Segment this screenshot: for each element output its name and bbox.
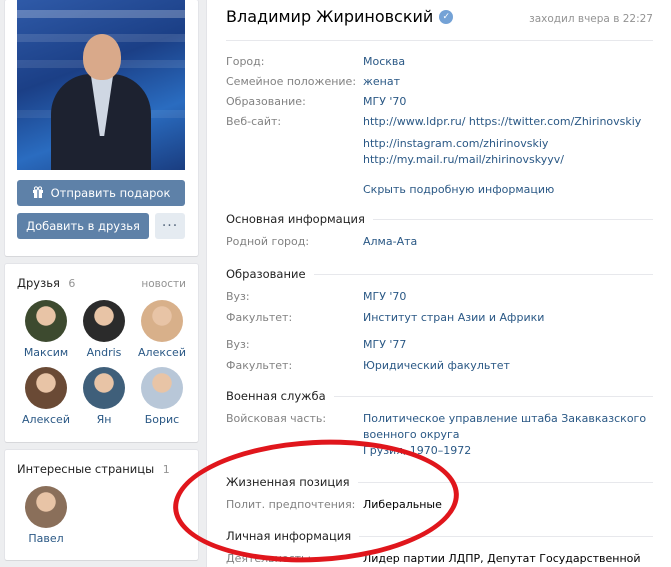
activity-label: Деятельность: <box>226 552 312 565</box>
section-military-title: Военная служба <box>226 389 326 403</box>
university-value-2[interactable]: МГУ '77 <box>363 338 406 352</box>
info-label: Образование: <box>226 95 306 108</box>
friend-name[interactable]: Ян <box>97 413 112 426</box>
military-unit-value-line3[interactable]: Грузия, 1970–1972 <box>363 444 646 458</box>
profile-name: Владимир Жириновский <box>226 7 434 26</box>
section-military: Военная служба <box>226 389 653 403</box>
friend-avatar[interactable] <box>25 300 67 342</box>
verified-icon: ✓ <box>439 9 454 24</box>
profile-details: Город: Москва Семейное положение: женат Обра… <box>226 41 653 567</box>
faculty-value-2[interactable]: Юридический факультет <box>363 359 510 373</box>
profile-info-panel: Владимир Жириновский ✓ заходил вчера в 2… <box>207 0 671 567</box>
section-main-info: Основная информация <box>226 212 653 226</box>
university-label-1: Вуз: <box>226 290 250 303</box>
friend-avatar[interactable] <box>141 300 183 342</box>
friends-grid: Максим Andris Алексей Алексей Ян Борис <box>17 300 186 426</box>
send-gift-label: Отправить подарок <box>50 186 171 200</box>
faculty-row-1: Факультет: Институт стран Азии и Африки <box>226 311 653 325</box>
info-label: Семейное положение: <box>226 75 357 88</box>
activity-row: Деятельность: Лидер партии ЛДПР, Депутат… <box>226 552 653 567</box>
profile-photo-card: Отправить подарок Добавить в друзья ··· <box>5 0 198 256</box>
hometown-label: Родной город: <box>226 235 310 248</box>
faculty-row-2: Факультет: Юридический факультет <box>226 359 653 373</box>
military-unit-value-line2[interactable]: военного округа <box>363 428 646 442</box>
pages-list: Павел <box>17 486 186 545</box>
university-row-2: Вуз: МГУ '77 <box>226 338 653 352</box>
faculty-label-2: Факультет: <box>226 359 293 372</box>
info-row: Образование: МГУ '70 <box>226 95 653 109</box>
friend-avatar[interactable] <box>141 367 183 409</box>
website-link-3[interactable]: http://my.mail.ru/mail/zhirinovskyyv/ <box>363 153 564 167</box>
last-seen: заходил вчера в 22:27 <box>529 13 653 25</box>
friend-item[interactable]: Алексей <box>17 367 75 426</box>
info-label: Веб-сайт: <box>226 115 282 128</box>
pages-title[interactable]: Интересные страницы <box>17 462 154 476</box>
website-more: http://instagram.com/zhirinovskiy http:/… <box>226 137 653 167</box>
faculty-value-1[interactable]: Институт стран Азии и Африки <box>363 311 544 325</box>
hometown-value[interactable]: Алма-Ата <box>363 235 417 249</box>
friend-item[interactable]: Борис <box>133 367 191 426</box>
info-row: Семейное положение: женат <box>226 75 653 89</box>
page-item[interactable]: Павел <box>17 486 75 545</box>
friends-block: Друзья 6 новости Максим Andris Алексей Алек… <box>5 264 198 442</box>
page-name[interactable]: Павел <box>28 532 63 545</box>
interesting-pages-block: Интересные страницы 1 Павел <box>5 450 198 560</box>
info-row: Город: Москва <box>226 55 653 69</box>
section-main-info-title: Основная информация <box>226 212 365 226</box>
friend-name[interactable]: Andris <box>87 346 122 359</box>
friend-name[interactable]: Алексей <box>138 346 186 359</box>
military-unit-value-line1[interactable]: Политическое управление штаба Закавказск… <box>363 412 646 426</box>
info-value[interactable]: Москва <box>363 55 405 69</box>
friend-name[interactable]: Алексей <box>22 413 70 426</box>
university-row-1: Вуз: МГУ '70 <box>226 290 653 304</box>
friend-avatar[interactable] <box>83 367 125 409</box>
military-unit-label: Войсковая часть: <box>226 412 327 425</box>
left-column: Отправить подарок Добавить в друзья ··· … <box>5 0 198 560</box>
page-avatar[interactable] <box>25 486 67 528</box>
pages-count: 1 <box>162 463 170 476</box>
section-personal: Личная информация <box>226 529 653 543</box>
send-gift-button[interactable]: Отправить подарок <box>17 180 185 206</box>
info-value[interactable]: женат <box>363 75 400 89</box>
profile-photo[interactable] <box>17 0 185 170</box>
friend-item[interactable]: Andris <box>75 300 133 359</box>
friend-item[interactable]: Алексей <box>133 300 191 359</box>
friend-name[interactable]: Борис <box>145 413 179 426</box>
info-value[interactable]: http://www.ldpr.ru/ https://twitter.com/… <box>363 115 641 129</box>
university-label-2: Вуз: <box>226 338 250 351</box>
section-life-position-title: Жизненная позиция <box>226 475 350 489</box>
section-education-title: Образование <box>226 267 306 281</box>
section-education: Образование <box>226 267 653 281</box>
university-value-1[interactable]: МГУ '70 <box>363 290 406 304</box>
more-actions-button[interactable]: ··· <box>155 213 185 239</box>
info-label: Город: <box>226 55 265 68</box>
website-link-2[interactable]: http://instagram.com/zhirinovskiy <box>363 137 548 151</box>
info-value[interactable]: МГУ '70 <box>363 95 406 109</box>
gift-icon <box>32 185 44 201</box>
info-row: Веб-сайт: http://www.ldpr.ru/ https://twi… <box>226 115 653 129</box>
politics-row: Полит. предпочтения: Либеральные <box>226 498 653 512</box>
faculty-label-1: Факультет: <box>226 311 293 324</box>
friend-avatar[interactable] <box>25 367 67 409</box>
friend-item[interactable]: Максим <box>17 300 75 359</box>
military-unit-row: Войсковая часть: Политическое управление… <box>226 412 653 458</box>
hometown-row: Родной город: Алма-Ата <box>226 235 653 249</box>
friends-title[interactable]: Друзья <box>17 276 60 290</box>
activity-value[interactable]: Лидер партии ЛДПР, Депутат Государственн… <box>363 552 653 567</box>
friends-count: 6 <box>68 277 76 290</box>
friends-news-link[interactable]: новости <box>141 278 186 290</box>
section-life-position: Жизненная позиция <box>226 475 653 489</box>
summary-rows: Город: Москва Семейное положение: женат Обра… <box>226 55 653 135</box>
add-friend-button[interactable]: Добавить в друзья <box>17 213 149 239</box>
politics-label: Полит. предпочтения: <box>226 498 356 511</box>
section-personal-title: Личная информация <box>226 529 352 543</box>
friend-name[interactable]: Максим <box>24 346 68 359</box>
friend-avatar[interactable] <box>83 300 125 342</box>
hide-details-link[interactable]: Скрыть подробную информацию <box>363 183 554 196</box>
politics-value[interactable]: Либеральные <box>363 498 442 512</box>
friend-item[interactable]: Ян <box>75 367 133 426</box>
